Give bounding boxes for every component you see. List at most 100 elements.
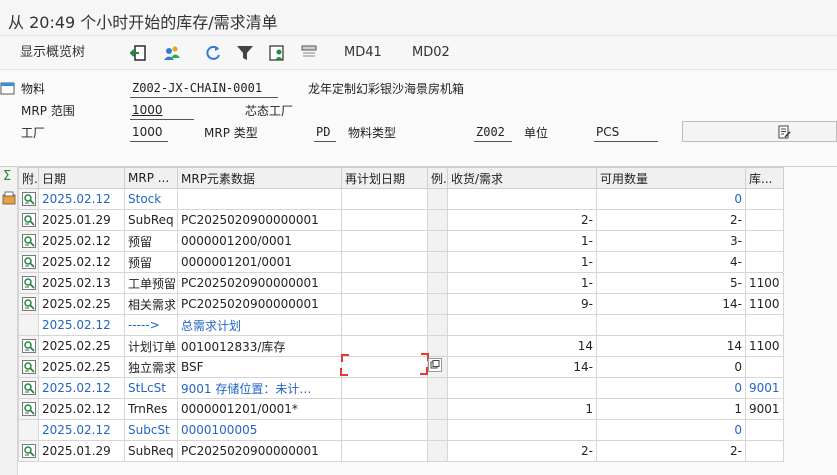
row-reschedule-date[interactable]: [341, 377, 428, 399]
col-available-qty[interactable]: 可用数量: [596, 167, 746, 189]
row-reschedule-date[interactable]: [341, 272, 428, 294]
table-row[interactable]: 2025.02.12 Stock 0: [18, 188, 784, 210]
col-storage-location[interactable]: 库...: [745, 167, 784, 189]
table-row[interactable]: 2025.01.29 SubReq PC2025020900000001 2- 2-: [18, 209, 784, 231]
row-reschedule-date[interactable]: [341, 251, 428, 273]
element-detail-icon[interactable]: [21, 297, 36, 312]
col-receipt-requirement[interactable]: 收货/需求: [447, 167, 597, 189]
row-detail-cell[interactable]: [18, 293, 39, 315]
mrp-type-field[interactable]: PD: [314, 124, 336, 142]
refresh-icon[interactable]: [203, 43, 223, 63]
material-type-field[interactable]: Z002: [474, 124, 512, 142]
row-exception[interactable]: [427, 314, 448, 336]
row-detail-cell[interactable]: [18, 419, 39, 441]
row-detail-cell[interactable]: [18, 230, 39, 252]
md02-button[interactable]: MD02: [412, 36, 450, 70]
plant-field[interactable]: 1000: [130, 124, 168, 142]
table-row[interactable]: 2025.02.12 SubcSt 0000100005 0: [18, 419, 784, 441]
element-detail-icon[interactable]: [21, 360, 36, 375]
mrp-area-field[interactable]: 1000: [130, 102, 194, 120]
element-detail-icon[interactable]: [21, 381, 36, 396]
row-exception[interactable]: [427, 377, 448, 399]
row-receipt-requirement: [447, 188, 597, 210]
row-receipt-requirement: 2-: [447, 440, 597, 462]
table-row[interactable]: 2025.02.12 StLcSt 9001 存储位置：未计… 0 9001: [18, 377, 784, 399]
row-exception[interactable]: [427, 419, 448, 441]
table-header-row: 附. 日期 MRP ... MRP元素数据 再计划日期 例. 收货/需求 可用数…: [18, 167, 784, 189]
exit-icon[interactable]: [128, 43, 148, 63]
row-reschedule-date[interactable]: [341, 293, 428, 315]
row-date: 2025.02.12: [38, 314, 125, 336]
row-detail-cell[interactable]: [18, 398, 39, 420]
element-detail-icon[interactable]: [21, 234, 36, 249]
row-available-qty: 0: [596, 377, 746, 399]
row-exception[interactable]: [427, 251, 448, 273]
table-row[interactable]: 2025.01.29 SubReq PC2025020900000001 2- 2-: [18, 440, 784, 462]
row-exception[interactable]: [427, 398, 448, 420]
row-exception[interactable]: [427, 230, 448, 252]
md41-button[interactable]: MD41: [344, 36, 382, 70]
table-row[interactable]: 2025.02.12 预留 0000001200/0001 1- 3-: [18, 230, 784, 252]
show-tree-button[interactable]: 显示概览树: [20, 36, 85, 70]
row-date: 2025.02.12: [38, 230, 125, 252]
row-reschedule-date[interactable]: [341, 419, 428, 441]
select-layout-icon[interactable]: [2, 191, 16, 205]
row-exception[interactable]: [427, 335, 448, 357]
table-row[interactable]: 2025.02.12 预留 0000001201/0001 1- 4-: [18, 251, 784, 273]
row-detail-cell[interactable]: [18, 440, 39, 462]
row-mrp-element: 计划订单: [124, 335, 178, 357]
row-exception[interactable]: [427, 209, 448, 231]
row-storage-location: [745, 356, 784, 378]
material-field[interactable]: Z002-JX-CHAIN-0001: [130, 80, 278, 98]
unit-field[interactable]: PCS: [594, 124, 628, 142]
row-exception[interactable]: [427, 272, 448, 294]
row-reschedule-date[interactable]: [341, 314, 428, 336]
element-detail-icon[interactable]: [21, 192, 36, 207]
table-row[interactable]: 2025.02.13 工单预留 PC2025020900000001 1- 5- 1100: [18, 272, 784, 294]
element-detail-icon[interactable]: [21, 213, 36, 228]
col-reschedule-date[interactable]: 再计划日期: [341, 167, 428, 189]
col-date[interactable]: 日期: [38, 167, 125, 189]
settings-person-icon[interactable]: [267, 43, 287, 63]
row-detail-cell[interactable]: [18, 188, 39, 210]
element-detail-icon[interactable]: [21, 444, 36, 459]
toolbar: 显示概览树 MD41 MD02: [0, 36, 837, 70]
row-detail-cell[interactable]: [18, 314, 39, 336]
users-icon[interactable]: [162, 43, 182, 63]
row-available-qty: 3-: [596, 230, 746, 252]
row-reschedule-date[interactable]: [341, 398, 428, 420]
row-reschedule-date[interactable]: [341, 230, 428, 252]
col-exception[interactable]: 例.: [427, 167, 448, 189]
col-mrp-element[interactable]: MRP ...: [124, 167, 178, 189]
table-row[interactable]: 2025.02.25 相关需求 PC2025020900000001 9- 14- 110…: [18, 293, 784, 315]
element-detail-icon[interactable]: [21, 276, 36, 291]
col-element-data[interactable]: MRP元素数据: [177, 167, 342, 189]
header-detail-button[interactable]: [682, 121, 837, 142]
row-exception[interactable]: [427, 188, 448, 210]
element-detail-icon[interactable]: [21, 255, 36, 270]
row-receipt-requirement: [447, 377, 597, 399]
layout-icon[interactable]: [299, 43, 319, 63]
table-row[interactable]: 2025.02.12 -----> 总需求计划: [18, 314, 784, 336]
unit-extra-field[interactable]: [628, 124, 658, 142]
element-detail-icon[interactable]: [21, 339, 36, 354]
copy-icon[interactable]: [428, 358, 442, 372]
table-row[interactable]: 2025.02.12 TrnRes 0000001201/0001* 1 1 9001: [18, 398, 784, 420]
row-detail-cell[interactable]: [18, 209, 39, 231]
row-exception[interactable]: [427, 293, 448, 315]
row-storage-location: [745, 419, 784, 441]
row-detail-cell[interactable]: [18, 251, 39, 273]
row-exception[interactable]: [427, 440, 448, 462]
col-attach[interactable]: 附.: [18, 167, 39, 189]
row-detail-cell[interactable]: [18, 356, 39, 378]
element-detail-icon[interactable]: [21, 402, 36, 417]
row-storage-location: [745, 314, 784, 336]
row-reschedule-date[interactable]: [341, 209, 428, 231]
row-reschedule-date[interactable]: [341, 188, 428, 210]
row-detail-cell[interactable]: [18, 335, 39, 357]
filter-icon[interactable]: [235, 43, 255, 63]
sum-icon[interactable]: Σ: [3, 169, 11, 184]
row-reschedule-date[interactable]: [341, 440, 428, 462]
row-detail-cell[interactable]: [18, 272, 39, 294]
row-detail-cell[interactable]: [18, 377, 39, 399]
